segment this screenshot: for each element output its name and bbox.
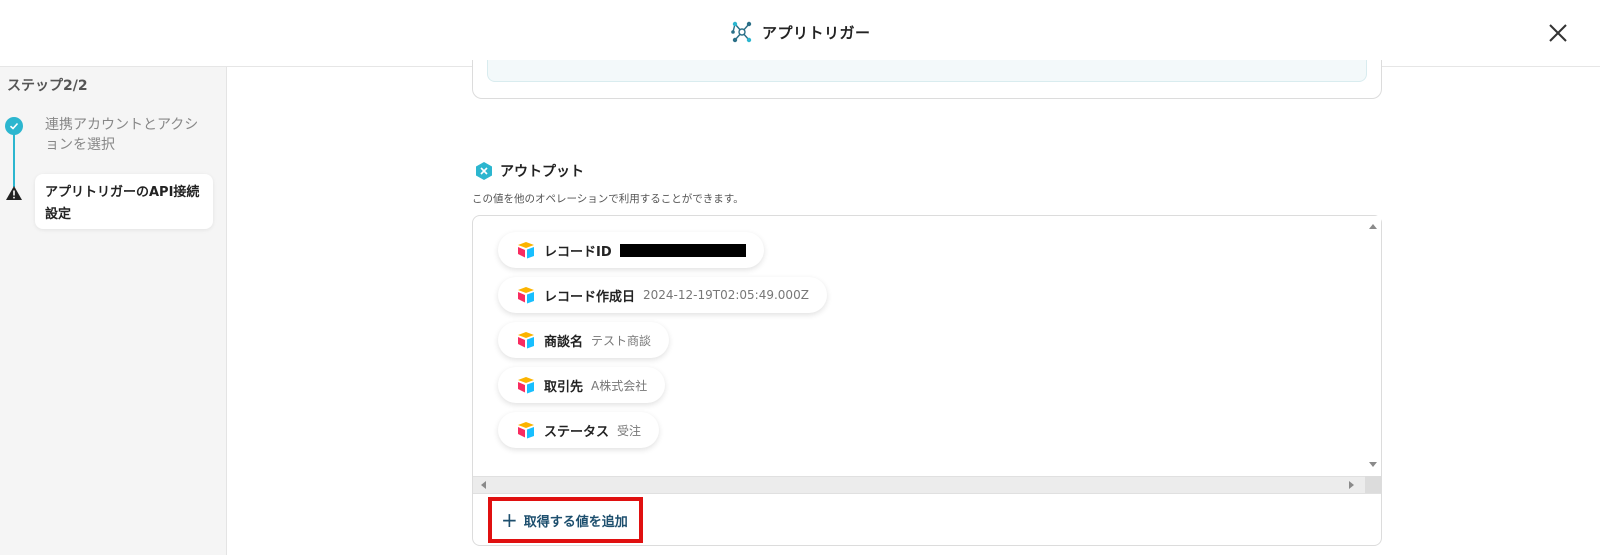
page-title: アプリトリガー <box>762 23 871 42</box>
output-chip-value: テスト商談 <box>591 333 652 348</box>
airtable-icon <box>518 242 534 259</box>
step-counter: ステップ2/2 <box>7 78 88 94</box>
output-values-card: レコードID レコード作成日 2024-12-19T02:05:49.000Z … <box>472 215 1382 546</box>
output-chip-label: 商談名 <box>544 334 584 350</box>
output-description: この値を他のオペレーションで利用することができます。 <box>472 193 744 205</box>
network-nodes-icon <box>731 21 752 43</box>
output-chip-record-id[interactable]: レコードID <box>498 232 764 268</box>
airtable-icon <box>518 287 534 304</box>
sidebar-step-label: アプリトリガーのAPI接続設定 <box>45 185 200 222</box>
output-chip-value: 受注 <box>617 423 642 438</box>
yoom-output-icon <box>476 162 492 180</box>
vertical-scrollbar[interactable] <box>1365 216 1381 476</box>
warning-icon <box>6 186 22 200</box>
output-chip-status[interactable]: ステータス 受注 <box>498 412 660 448</box>
previous-section-card <box>472 60 1382 99</box>
add-output-value-button[interactable]: + 取得する値を追加 <box>488 497 643 543</box>
redacted-value <box>619 243 746 257</box>
sidebar-step-api-settings[interactable]: アプリトリガーのAPI接続設定 <box>35 174 213 229</box>
header-bar: アプリトリガー <box>0 0 1600 67</box>
previous-section-inner <box>487 60 1367 82</box>
card-divider <box>473 493 1381 494</box>
check-icon <box>5 117 23 135</box>
output-chip-created-date[interactable]: レコード作成日 2024-12-19T02:05:49.000Z <box>498 277 827 313</box>
step-sidebar: ステップ2/2 連携アカウントとアクションを選択 アプリトリガーのAPI接続設定 <box>0 67 227 555</box>
scrollbar-corner <box>1365 476 1381 493</box>
airtable-icon <box>518 377 534 394</box>
scroll-down-arrow-icon[interactable] <box>1369 462 1377 467</box>
scroll-up-arrow-icon[interactable] <box>1369 224 1377 229</box>
output-values-list: レコードID レコード作成日 2024-12-19T02:05:49.000Z … <box>473 216 1365 476</box>
header-title-group: アプリトリガー <box>730 19 871 45</box>
sidebar-step-select-account[interactable]: 連携アカウントとアクションを選択 <box>45 115 205 155</box>
airtable-icon <box>518 422 534 439</box>
step-progress-line <box>13 127 15 187</box>
output-title: アウトプット <box>500 164 584 180</box>
output-section-header: アウトプット <box>474 161 584 181</box>
add-output-value-label: 取得する値を追加 <box>523 514 628 530</box>
output-chip-client[interactable]: 取引先 A株式会社 <box>498 367 666 403</box>
output-chip-value: A株式会社 <box>591 378 648 393</box>
output-chip-value: 2024-12-19T02:05:49.000Z <box>643 288 809 302</box>
horizontal-scrollbar[interactable] <box>473 476 1365 493</box>
scroll-right-arrow-icon[interactable] <box>1349 481 1354 489</box>
output-chip-label: 取引先 <box>544 379 584 395</box>
output-chip-label: レコード作成日 <box>544 289 636 305</box>
scroll-left-arrow-icon[interactable] <box>481 481 486 489</box>
close-icon[interactable] <box>1546 21 1570 45</box>
output-chip-label: レコードID <box>544 244 612 260</box>
airtable-icon <box>518 332 534 349</box>
plus-icon: + <box>501 508 518 532</box>
output-chip-deal-name[interactable]: 商談名 テスト商談 <box>498 322 670 358</box>
output-chip-label: ステータス <box>544 424 610 440</box>
